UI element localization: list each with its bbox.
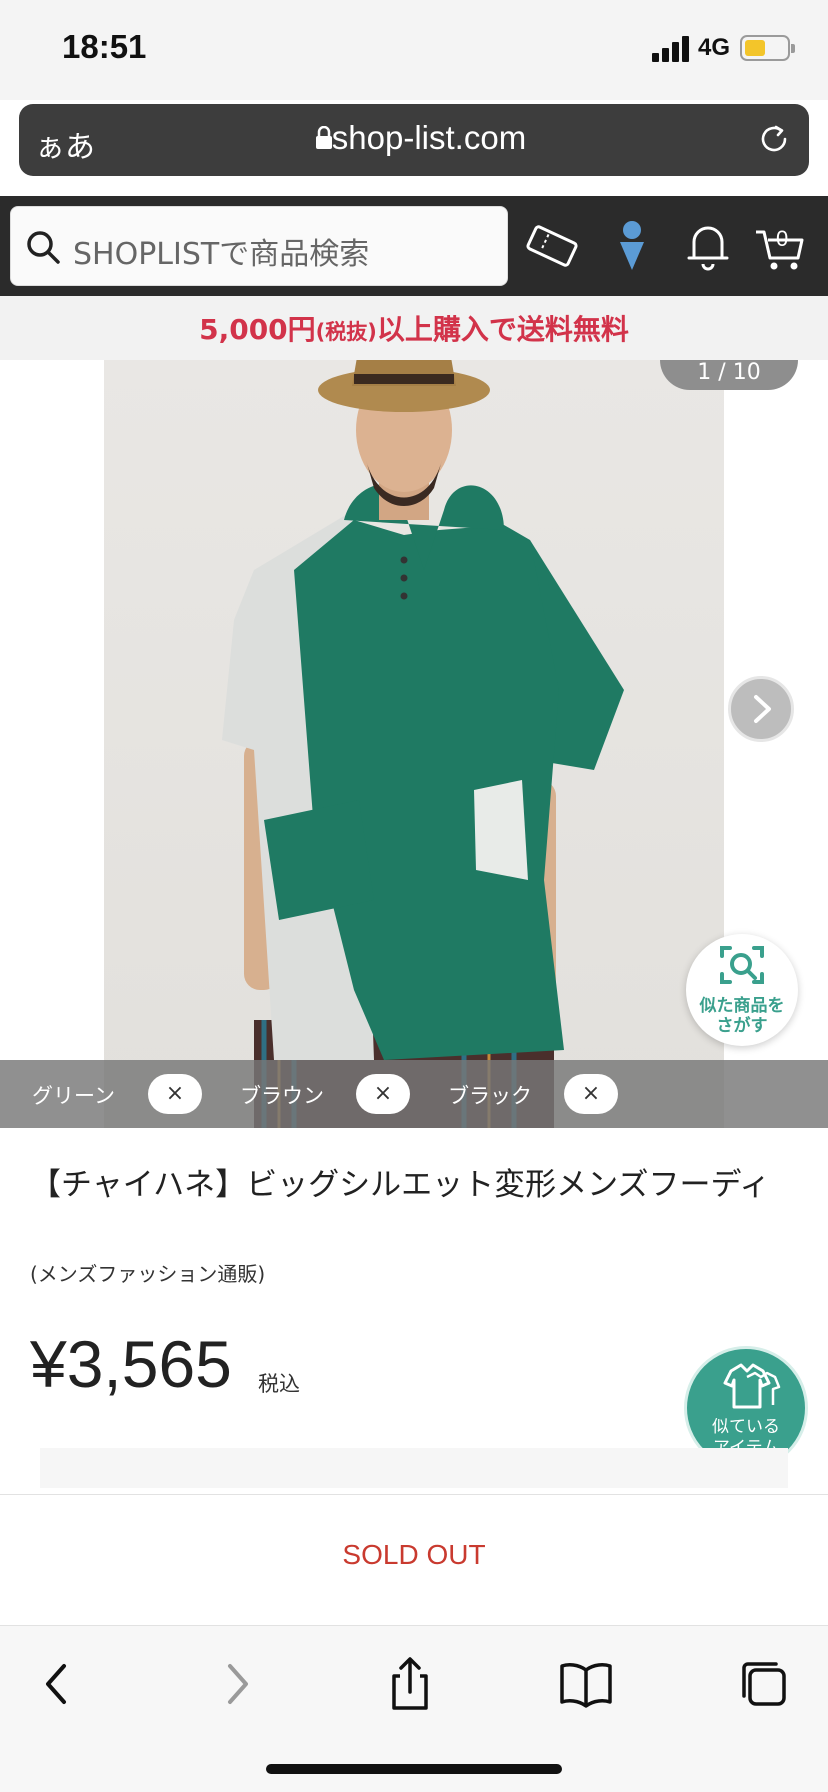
site-header: SHOPLISTで商品検索 (0, 196, 828, 296)
similar-search-button[interactable]: 似た商品を さがす (686, 934, 798, 1046)
back-icon[interactable] (30, 1656, 86, 1712)
purchase-bar: SOLD OUT (0, 1494, 828, 1626)
promo-text: 5,000円(税抜)以上購入で送料無料 (199, 308, 629, 348)
color-chip-label: ブラウン (240, 1084, 324, 1108)
address-bar[interactable]: ぁあ shop-list.com (19, 104, 809, 176)
promo-amount: 5,000円 (199, 313, 316, 346)
similar-search-label-line1: 似た商品を (699, 996, 785, 1016)
product-price: ¥3,565 (30, 1327, 232, 1401)
network-type: 4G (698, 34, 731, 61)
share-icon[interactable] (382, 1656, 438, 1712)
product-photo[interactable] (104, 360, 724, 1128)
search-input[interactable]: SHOPLISTで商品検索 (10, 206, 508, 286)
model-illustration (222, 360, 624, 1128)
bell-icon[interactable] (680, 218, 736, 274)
free-shipping-banner: 5,000円(税抜)以上購入で送料無料 (0, 296, 828, 360)
home-indicator[interactable] (266, 1764, 562, 1774)
remove-color-button[interactable]: × (564, 1074, 618, 1114)
product-gallery[interactable]: 1 / 10 似た商品を さがす グリーン × ブラウン × ブラック × (0, 360, 828, 1128)
similar-items-label-line1: 似ている (712, 1417, 780, 1437)
shirt-icon (723, 1363, 781, 1409)
bookmarks-icon[interactable] (558, 1656, 614, 1712)
similar-search-label-line2: さがす (716, 1016, 768, 1036)
sold-out-button[interactable]: SOLD OUT (0, 1539, 828, 1571)
coupon-icon[interactable] (524, 218, 580, 274)
user-icon[interactable] (604, 218, 660, 274)
cart-count: 0 (776, 226, 789, 251)
status-bar: 18:51 4G (0, 0, 828, 100)
search-placeholder: SHOPLISTで商品検索 (73, 237, 370, 272)
forward-icon[interactable] (208, 1656, 264, 1712)
color-chip-label: ブラック (448, 1084, 532, 1108)
remove-color-button[interactable]: × (148, 1074, 202, 1114)
promo-message: 以上購入で送料無料 (376, 313, 629, 346)
content-placeholder (40, 1448, 788, 1488)
product-category[interactable]: (メンズファッション通販) (30, 1258, 265, 1287)
tabs-icon[interactable] (736, 1656, 792, 1712)
remove-color-button[interactable]: × (356, 1074, 410, 1114)
image-search-icon (720, 946, 764, 984)
signal-icon (652, 36, 692, 62)
similar-search-label: 似た商品を さがす (686, 996, 798, 1036)
product-title: 【チャイハネ】ビッグシルエット変形メンズフーディ (30, 1167, 771, 1203)
image-counter[interactable]: 1 / 10 (660, 360, 798, 390)
search-icon (27, 231, 60, 264)
url-text[interactable]: shop-list.com (19, 119, 809, 157)
tax-label: 税込 (258, 1372, 300, 1396)
next-image-button[interactable] (728, 676, 794, 742)
chevron-right-icon (754, 695, 771, 723)
battery-icon (740, 35, 795, 61)
color-filter-strip: グリーン × ブラウン × ブラック × (0, 1060, 828, 1128)
color-chip-label: グリーン (32, 1084, 115, 1108)
promo-note: (税抜) (315, 320, 377, 344)
reload-icon[interactable] (757, 122, 791, 156)
status-time: 18:51 (62, 28, 147, 65)
